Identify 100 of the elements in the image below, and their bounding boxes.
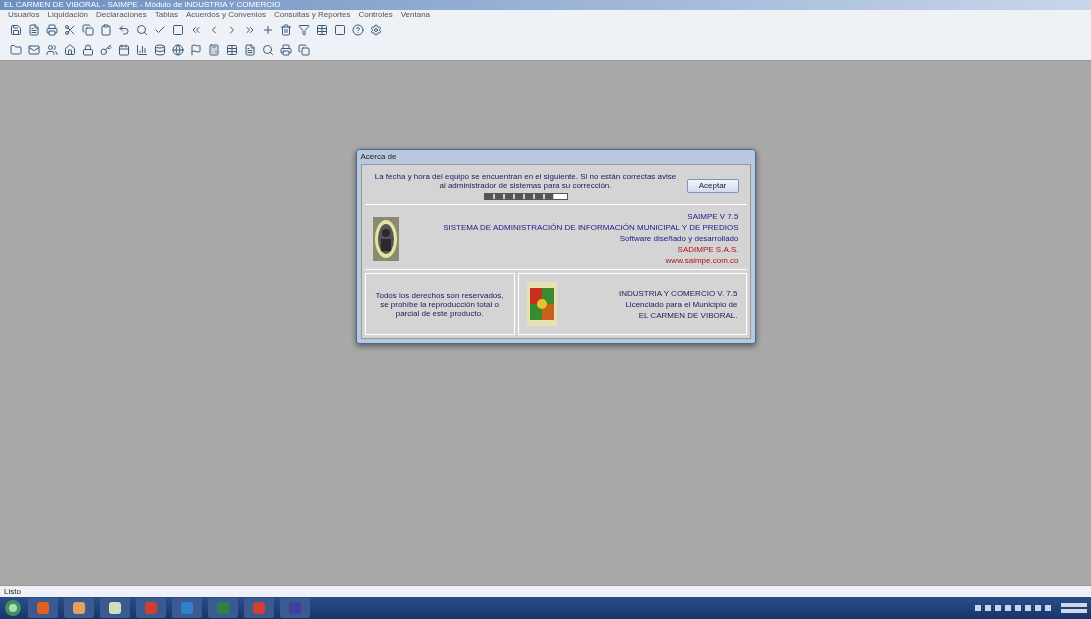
status-text: Listo xyxy=(4,587,21,596)
menu-item[interactable]: Ventana xyxy=(400,11,431,19)
menu-item[interactable]: Controles xyxy=(358,11,393,19)
license-text: Licenciado para el Municipio de xyxy=(625,299,738,309)
menu-item[interactable]: Acuerdos y Convenios xyxy=(185,11,266,19)
toolbar-icon xyxy=(298,24,310,36)
app-icon xyxy=(72,601,86,615)
toolbar-button[interactable] xyxy=(26,22,42,38)
toolbar-icon xyxy=(280,44,292,56)
app-icon xyxy=(216,601,230,615)
toolbar-button[interactable] xyxy=(296,42,312,58)
toolbar-icon xyxy=(118,44,130,56)
toolbar-button[interactable] xyxy=(44,42,60,58)
toolbar-icon xyxy=(46,24,58,36)
toolbar-icon xyxy=(100,24,112,36)
vendor-text: www.saimpe.com.co xyxy=(665,256,739,265)
toolbar-icon xyxy=(244,44,256,56)
toolbar-button[interactable] xyxy=(260,42,276,58)
taskbar-app-button[interactable] xyxy=(64,598,94,618)
toolbar-icon xyxy=(352,24,364,36)
menu-item[interactable]: Consultas y Reportes xyxy=(273,11,351,19)
toolbar-icon xyxy=(280,24,292,36)
toolbar-button[interactable] xyxy=(296,22,312,38)
license-text: EL CARMEN DE VIBORAL. xyxy=(638,310,738,320)
portrait-emblem-icon xyxy=(372,216,399,261)
toolbar-button[interactable] xyxy=(80,42,96,58)
vendor-text: Software diseñado y desarrollado xyxy=(619,234,739,243)
license-text: INDUSTRIA Y COMERCIO V. 7.5 xyxy=(618,288,738,298)
toolbar-button[interactable] xyxy=(98,42,114,58)
toolbar-icon xyxy=(262,24,274,36)
toolbar-button[interactable] xyxy=(62,42,78,58)
toolbar-icon xyxy=(190,44,202,56)
app-icon xyxy=(288,601,302,615)
toolbar-icon xyxy=(46,44,58,56)
menu-item[interactable]: Tablas xyxy=(154,11,178,19)
toolbar-icon xyxy=(28,24,40,36)
toolbar-icon xyxy=(28,44,40,56)
vendor-text: SISTEMA DE ADMINISTRACIÓN DE INFORMACIÓN MUNICIPAL Y DE PREDIOS xyxy=(443,223,739,232)
app-icon xyxy=(180,601,194,615)
toolbar-icon xyxy=(244,24,256,36)
start-orb-icon[interactable] xyxy=(4,599,22,617)
toolbar-icon xyxy=(10,44,22,56)
toolbar-icon xyxy=(334,24,346,36)
app-icon xyxy=(108,601,122,615)
rights-text: Todos los derechos son reservados, se prohíbe la reproducción total o parcial de este producto. xyxy=(374,290,505,318)
toolbar-icon xyxy=(82,24,94,36)
toolbar-button[interactable] xyxy=(26,42,42,58)
toolbar-button[interactable] xyxy=(170,22,186,38)
toolbar-icon xyxy=(136,24,148,36)
toolbar-icon xyxy=(154,44,166,56)
toolbar-icon xyxy=(226,44,238,56)
toolbar-button[interactable] xyxy=(134,42,150,58)
toolbar-icon xyxy=(136,44,148,56)
app-icon xyxy=(252,601,266,615)
toolbar-button[interactable] xyxy=(116,42,132,58)
toolbar-button[interactable] xyxy=(80,22,96,38)
menu-item[interactable]: Usuarios xyxy=(8,11,40,19)
toolbar-button[interactable] xyxy=(44,22,60,38)
toolbar-button[interactable] xyxy=(368,22,384,38)
app-icon xyxy=(144,601,158,615)
vendor-text: SADIMPE S.A.S. xyxy=(677,245,739,254)
toolbar-button[interactable] xyxy=(350,22,366,38)
toolbar-button[interactable] xyxy=(242,42,258,58)
toolbar-icon xyxy=(64,44,76,56)
toolbar-icon xyxy=(172,44,184,56)
toolbar-icon xyxy=(154,24,166,36)
toolbar-button[interactable] xyxy=(134,22,150,38)
toolbar-button[interactable] xyxy=(278,22,294,38)
toolbar-icon xyxy=(64,24,76,36)
toolbar-icon xyxy=(172,24,184,36)
toolbar-button[interactable] xyxy=(278,42,294,58)
dialog-title: Acerca de xyxy=(360,151,397,163)
coat-of-arms-icon xyxy=(526,282,557,326)
menu-item[interactable]: Declaraciones xyxy=(96,11,147,19)
toolbar-icon xyxy=(100,44,112,56)
toolbar-button[interactable] xyxy=(116,22,132,38)
toolbar-button[interactable] xyxy=(8,42,24,58)
window-title: EL CARMEN DE VIBORAL - SAIMPE - Módulo de INDUSTRIA Y COMERCIO xyxy=(4,1,281,9)
toolbar-icon xyxy=(118,24,130,36)
toolbar-button[interactable] xyxy=(314,22,330,38)
menu-item[interactable]: Liquidación xyxy=(47,11,89,19)
app-icon xyxy=(36,601,50,615)
toolbar-icon xyxy=(208,44,220,56)
toolbar-icon xyxy=(298,44,310,56)
toolbar-button[interactable] xyxy=(8,22,24,38)
toolbar-icon xyxy=(190,24,202,36)
vendor-text: SAIMPE V 7.5 xyxy=(687,212,739,221)
toolbar-button[interactable] xyxy=(98,22,114,38)
info-message: La fecha y hora del equipo se encuentran en el siguiente. Si no están correctas avise al administrador de sistemas para su corrección. xyxy=(373,172,678,190)
toolbar-button[interactable] xyxy=(332,22,348,38)
toolbar-icon xyxy=(10,24,22,36)
taskbar-app-button[interactable] xyxy=(100,598,130,618)
toolbar-button[interactable] xyxy=(224,42,240,58)
toolbar-button[interactable] xyxy=(206,42,222,58)
toolbar-icon xyxy=(316,24,328,36)
ok-button[interactable]: Aceptar xyxy=(686,179,739,193)
toolbar-button[interactable] xyxy=(170,42,186,58)
toolbar-button[interactable] xyxy=(188,42,204,58)
toolbar-button[interactable] xyxy=(152,42,168,58)
toolbar-icon xyxy=(82,44,94,56)
